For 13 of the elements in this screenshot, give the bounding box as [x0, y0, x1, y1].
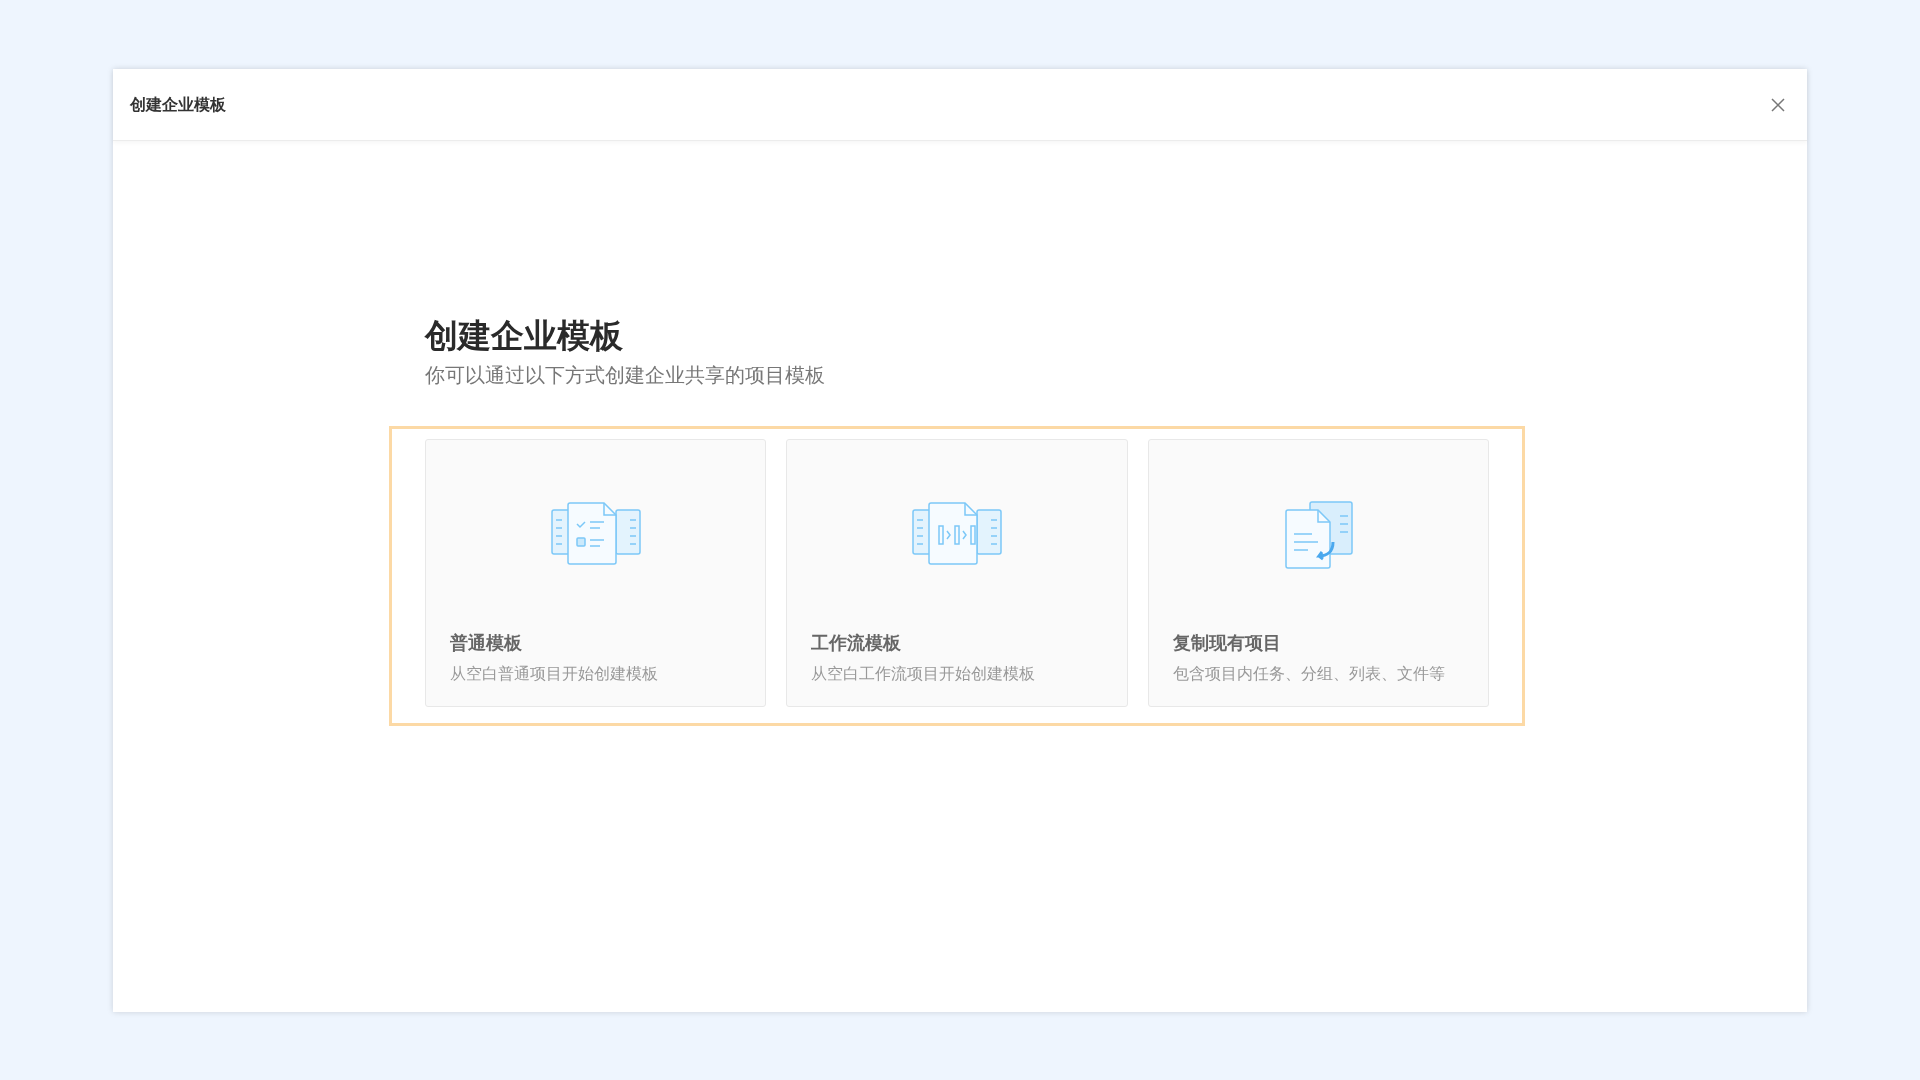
template-option-card[interactable]: 普通模板 从空白普通项目开始创建模板 [425, 438, 767, 707]
option-description: 包含项目内任务、分组、列表、文件等 [1172, 662, 1446, 685]
option-title: 普通模板 [450, 630, 523, 655]
page-subheading: 你可以通过以下方式创建企业共享的项目模板 [425, 361, 826, 389]
template-option-card[interactable]: 工作流模板 从空白工作流项目开始创建模板 [786, 438, 1128, 707]
option-description: 从空白工作流项目开始创建模板 [811, 662, 1037, 685]
template-option-card[interactable]: 复制现有项目 包含项目内任务、分组、列表、文件等 [1147, 438, 1489, 707]
option-description: 从空白普通项目开始创建模板 [450, 662, 659, 685]
close-icon [1770, 96, 1786, 113]
dialog-title: 创建企业模板 [130, 93, 226, 116]
option-title: 复制现有项目 [1172, 630, 1282, 655]
page-heading: 创建企业模板 [425, 316, 624, 356]
option-title: 工作流模板 [811, 630, 903, 655]
